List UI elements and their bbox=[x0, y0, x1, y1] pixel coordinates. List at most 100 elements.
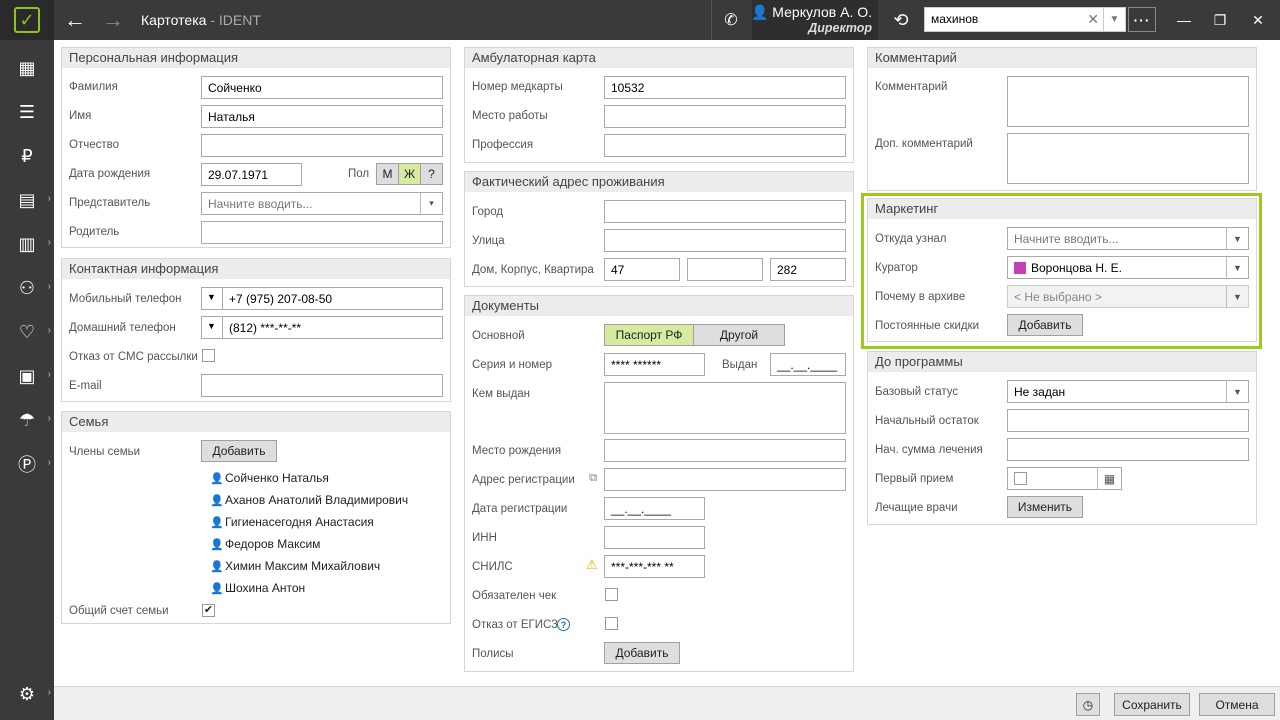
documents-icon[interactable]: ▤ › bbox=[0, 180, 54, 220]
issued-field[interactable]: __.__.____ bbox=[770, 353, 846, 376]
work-field[interactable] bbox=[604, 105, 846, 128]
series-field[interactable]: **** ****** bbox=[604, 353, 705, 376]
settings-icon[interactable]: ⚙ › bbox=[0, 674, 54, 714]
extra-comment-field[interactable] bbox=[1007, 133, 1249, 184]
reports-icon[interactable]: ▥ › bbox=[0, 224, 54, 264]
archive-field[interactable]: < Не выбрано > ▼ bbox=[1007, 285, 1249, 308]
app-logo[interactable]: ✓ bbox=[0, 0, 54, 40]
city-field[interactable] bbox=[604, 200, 846, 223]
history-icon[interactable]: ⟲ bbox=[882, 0, 920, 40]
maximize-icon[interactable]: ❐ bbox=[1202, 0, 1238, 40]
contact-title: Контактная информация bbox=[62, 259, 450, 279]
card-field[interactable]: 10532 bbox=[604, 76, 846, 99]
name-field[interactable]: Наталья bbox=[201, 105, 443, 128]
chevron-down-icon[interactable]: ▼ bbox=[1226, 381, 1248, 402]
close-icon[interactable]: ✕ bbox=[1240, 0, 1276, 40]
cancel-button[interactable]: Отмена bbox=[1199, 693, 1275, 716]
comment-field[interactable] bbox=[1007, 76, 1249, 127]
issuer-field[interactable] bbox=[604, 382, 846, 434]
patronymic-label: Отчество bbox=[69, 139, 119, 151]
other-doc-tab[interactable]: Другой bbox=[693, 324, 785, 346]
search-input[interactable]: махинов bbox=[931, 12, 978, 26]
more-icon[interactable]: ··· bbox=[1128, 7, 1156, 32]
sum-field[interactable] bbox=[1007, 438, 1249, 461]
clinic-icon[interactable]: ▣ › bbox=[0, 356, 54, 396]
finance-icon[interactable]: Ⓟ › bbox=[0, 444, 54, 484]
chevron-down-icon[interactable]: ▼ bbox=[1103, 8, 1125, 31]
work-label: Место работы bbox=[472, 110, 548, 122]
birth-field[interactable]: 29.07.1971 bbox=[201, 163, 302, 186]
first-visit-checkbox[interactable] bbox=[1014, 472, 1027, 485]
add-policy-button[interactable]: Добавить bbox=[604, 642, 680, 664]
change-doctors-button[interactable]: Изменить bbox=[1007, 496, 1083, 518]
balance-field[interactable] bbox=[1007, 409, 1249, 432]
birthplace-field[interactable] bbox=[604, 439, 846, 462]
insurance-icon[interactable]: ☂ › bbox=[0, 400, 54, 440]
gender-m-button[interactable]: М bbox=[376, 163, 399, 185]
calendar-icon[interactable]: ▦ bbox=[1097, 468, 1121, 489]
chevron-down-icon[interactable]: ▼ bbox=[201, 287, 223, 310]
home-field[interactable]: (812) ***-**-** bbox=[222, 316, 443, 339]
chevron-down-icon[interactable]: ▼ bbox=[1226, 228, 1248, 249]
forward-arrow-icon[interactable]: → bbox=[94, 0, 132, 40]
prof-field[interactable] bbox=[604, 134, 846, 157]
tasks-icon[interactable]: ☰ bbox=[0, 92, 54, 132]
patronymic-field[interactable] bbox=[201, 134, 443, 157]
chevron-down-icon[interactable]: ▼ bbox=[1226, 286, 1248, 307]
chevron-down-icon[interactable]: ▼ bbox=[201, 316, 223, 339]
corpus-field[interactable] bbox=[687, 258, 763, 281]
list-item[interactable]: 👤Шохина Антон bbox=[210, 581, 305, 595]
shared-checkbox[interactable]: ✔ bbox=[202, 604, 215, 617]
reg-addr-field[interactable] bbox=[604, 468, 846, 491]
patients-icon[interactable]: ⚇ › bbox=[0, 268, 54, 308]
list-item[interactable]: 👤Аханов Анатолий Владимирович bbox=[210, 493, 408, 507]
mobile-field[interactable]: +7 (975) 207-08-50 bbox=[222, 287, 443, 310]
parent-field[interactable] bbox=[201, 221, 443, 244]
minimize-icon[interactable]: — bbox=[1166, 0, 1202, 40]
snils-field[interactable]: ***-***-*** ** bbox=[604, 555, 705, 578]
list-item[interactable]: 👤Химин Максим Михайлович bbox=[210, 559, 380, 573]
email-field[interactable] bbox=[201, 374, 443, 397]
status-field[interactable]: Не задан ▼ bbox=[1007, 380, 1249, 403]
sms-checkbox[interactable] bbox=[202, 349, 215, 362]
passport-tab[interactable]: Паспорт РФ bbox=[604, 324, 694, 346]
surname-field[interactable]: Сойченко bbox=[201, 76, 443, 99]
house-field[interactable]: 47 bbox=[604, 258, 680, 281]
source-field[interactable]: Начните вводить... ▼ bbox=[1007, 227, 1249, 250]
chevron-down-icon[interactable]: ▾ bbox=[420, 193, 442, 214]
phone-icon[interactable]: ✆ bbox=[712, 0, 750, 40]
add-discount-button[interactable]: Добавить bbox=[1007, 314, 1083, 336]
add-member-button[interactable]: Добавить bbox=[201, 440, 277, 462]
search-box[interactable]: махинов ✕ ▼ bbox=[924, 7, 1126, 32]
gender-f-button[interactable]: Ж bbox=[398, 163, 421, 185]
flat-field[interactable]: 282 bbox=[770, 258, 846, 281]
schedule-icon[interactable]: ▦ bbox=[0, 48, 54, 88]
chevron-down-icon[interactable]: ▼ bbox=[1226, 257, 1248, 278]
footer: ◷ Сохранить Отмена bbox=[54, 686, 1280, 720]
street-field[interactable] bbox=[604, 229, 846, 252]
back-arrow-icon[interactable]: ← bbox=[56, 0, 94, 40]
list-item[interactable]: 👤Федоров Максим bbox=[210, 537, 320, 551]
comment-title: Комментарий bbox=[868, 48, 1256, 68]
list-item[interactable]: 👤Гигиенасегодня Анастасия bbox=[210, 515, 374, 529]
save-button[interactable]: Сохранить bbox=[1114, 693, 1190, 716]
copy-icon[interactable]: ⧉ bbox=[589, 472, 597, 485]
user-info[interactable]: 👤 Меркулов А. О. Директор bbox=[750, 0, 878, 40]
clear-icon[interactable]: ✕ bbox=[1087, 11, 1099, 28]
dental-icon[interactable]: ♡ › bbox=[0, 312, 54, 352]
curator-field[interactable]: Воронцова Н. Е. ▼ bbox=[1007, 256, 1249, 279]
list-item[interactable]: 👤Сойченко Наталья bbox=[210, 471, 329, 485]
main-doc-label: Основной bbox=[472, 330, 525, 342]
egisz-checkbox[interactable] bbox=[605, 617, 618, 630]
first-visit-field[interactable]: ▦ bbox=[1007, 467, 1122, 490]
history-clock-icon[interactable]: ◷ bbox=[1076, 693, 1100, 716]
help-icon[interactable]: ? bbox=[557, 618, 570, 631]
person-icon: 👤 bbox=[210, 539, 224, 551]
user-icon: 👤 bbox=[750, 4, 769, 20]
payments-icon[interactable]: ₽ bbox=[0, 136, 54, 176]
receipt-checkbox[interactable] bbox=[605, 588, 618, 601]
gender-unknown-button[interactable]: ? bbox=[420, 163, 443, 185]
rep-field[interactable]: Начните вводить... ▾ bbox=[201, 192, 443, 215]
inn-field[interactable] bbox=[604, 526, 705, 549]
reg-date-field[interactable]: __.__.____ bbox=[604, 497, 705, 520]
